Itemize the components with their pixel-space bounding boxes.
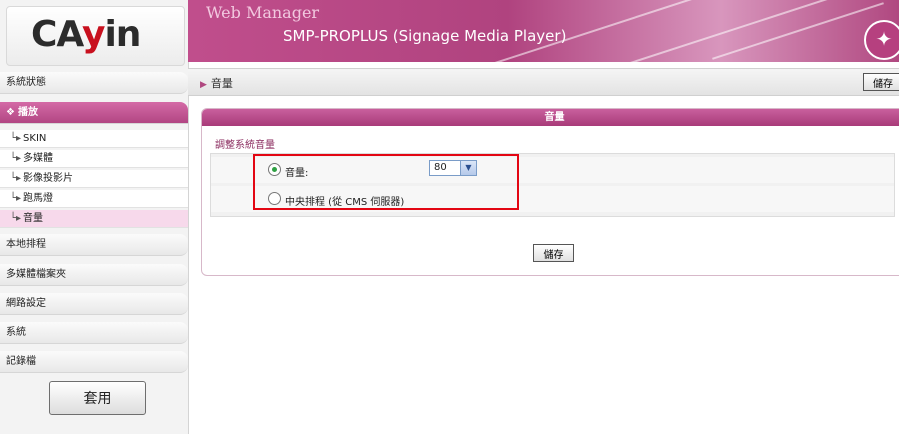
star-wand-icon: ✦ bbox=[864, 20, 899, 60]
sub-arrow-icon: └▸ bbox=[10, 133, 22, 144]
sub-arrow-icon: └▸ bbox=[10, 173, 22, 184]
section-label: 調整系統音量 bbox=[215, 140, 275, 151]
cayin-logo: CAyin bbox=[6, 6, 185, 66]
highlight-box bbox=[253, 154, 519, 210]
sidebar-item-system[interactable]: 系統 bbox=[0, 322, 188, 344]
sidebar-item-playback[interactable]: ❖ 播放 bbox=[0, 102, 188, 124]
sub-arrow-icon: └▸ bbox=[10, 193, 22, 204]
logo-text: CAyin bbox=[31, 14, 141, 55]
sidebar-subitem-volume[interactable]: └▸ 音量 bbox=[0, 210, 188, 228]
sidebar-subitem-skin[interactable]: └▸ SKIN bbox=[0, 130, 188, 148]
sidebar-subitem-media[interactable]: └▸ 多媒體 bbox=[0, 150, 188, 168]
sidebar-item-network[interactable]: 網路設定 bbox=[0, 293, 188, 315]
panel-title: 音量 bbox=[202, 109, 899, 126]
sidebar-item-schedule[interactable]: 本地排程 bbox=[0, 234, 188, 256]
save-button[interactable]: 儲存 bbox=[533, 244, 574, 262]
header-banner: Web Manager SMP-PROPLUS (Signage Media P… bbox=[188, 0, 899, 62]
sub-arrow-icon: └▸ bbox=[10, 153, 22, 164]
decor-streak bbox=[712, 2, 884, 60]
breadcrumb-label: 音量 bbox=[210, 77, 233, 90]
app-title: Web Manager bbox=[206, 3, 320, 22]
sidebar-subitem-ticker[interactable]: └▸ 跑馬燈 bbox=[0, 190, 188, 208]
sidebar-item-status[interactable]: 系統狀態 bbox=[0, 72, 188, 94]
header-save-button[interactable]: 儲存 bbox=[863, 73, 899, 91]
sidebar-item-media-folder[interactable]: 多媒體檔案夾 bbox=[0, 264, 188, 286]
product-name: SMP-PROPLUS (Signage Media Player) bbox=[283, 27, 567, 45]
breadcrumb: ▶ 音量 bbox=[200, 75, 233, 91]
sidebar-subitem-slideshow[interactable]: └▸ 影像投影片 bbox=[0, 170, 188, 188]
sidebar-item-log[interactable]: 記錄檔 bbox=[0, 351, 188, 373]
sub-arrow-icon: └▸ bbox=[10, 213, 22, 224]
sidebar: CAyin 系統狀態 ❖ 播放 └▸ SKIN └▸ 多媒體 └▸ 影像投影片 └▸ 跑馬… bbox=[0, 0, 189, 434]
breadcrumb-bar: ▶ 音量 儲存 bbox=[188, 68, 899, 96]
playback-icon: ❖ bbox=[6, 107, 15, 118]
triangle-right-icon: ▶ bbox=[200, 80, 207, 90]
apply-button[interactable]: 套用 bbox=[49, 381, 146, 415]
